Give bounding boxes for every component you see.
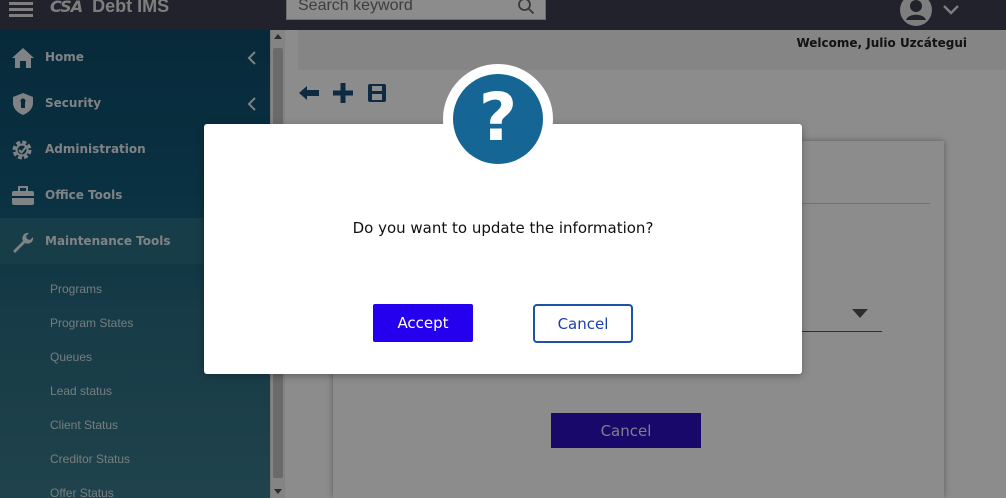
- question-icon: ?: [453, 74, 543, 164]
- cancel-button[interactable]: Cancel: [533, 304, 633, 343]
- dialog-message: Do you want to update the information?: [352, 219, 654, 237]
- accept-button[interactable]: Accept: [373, 304, 473, 342]
